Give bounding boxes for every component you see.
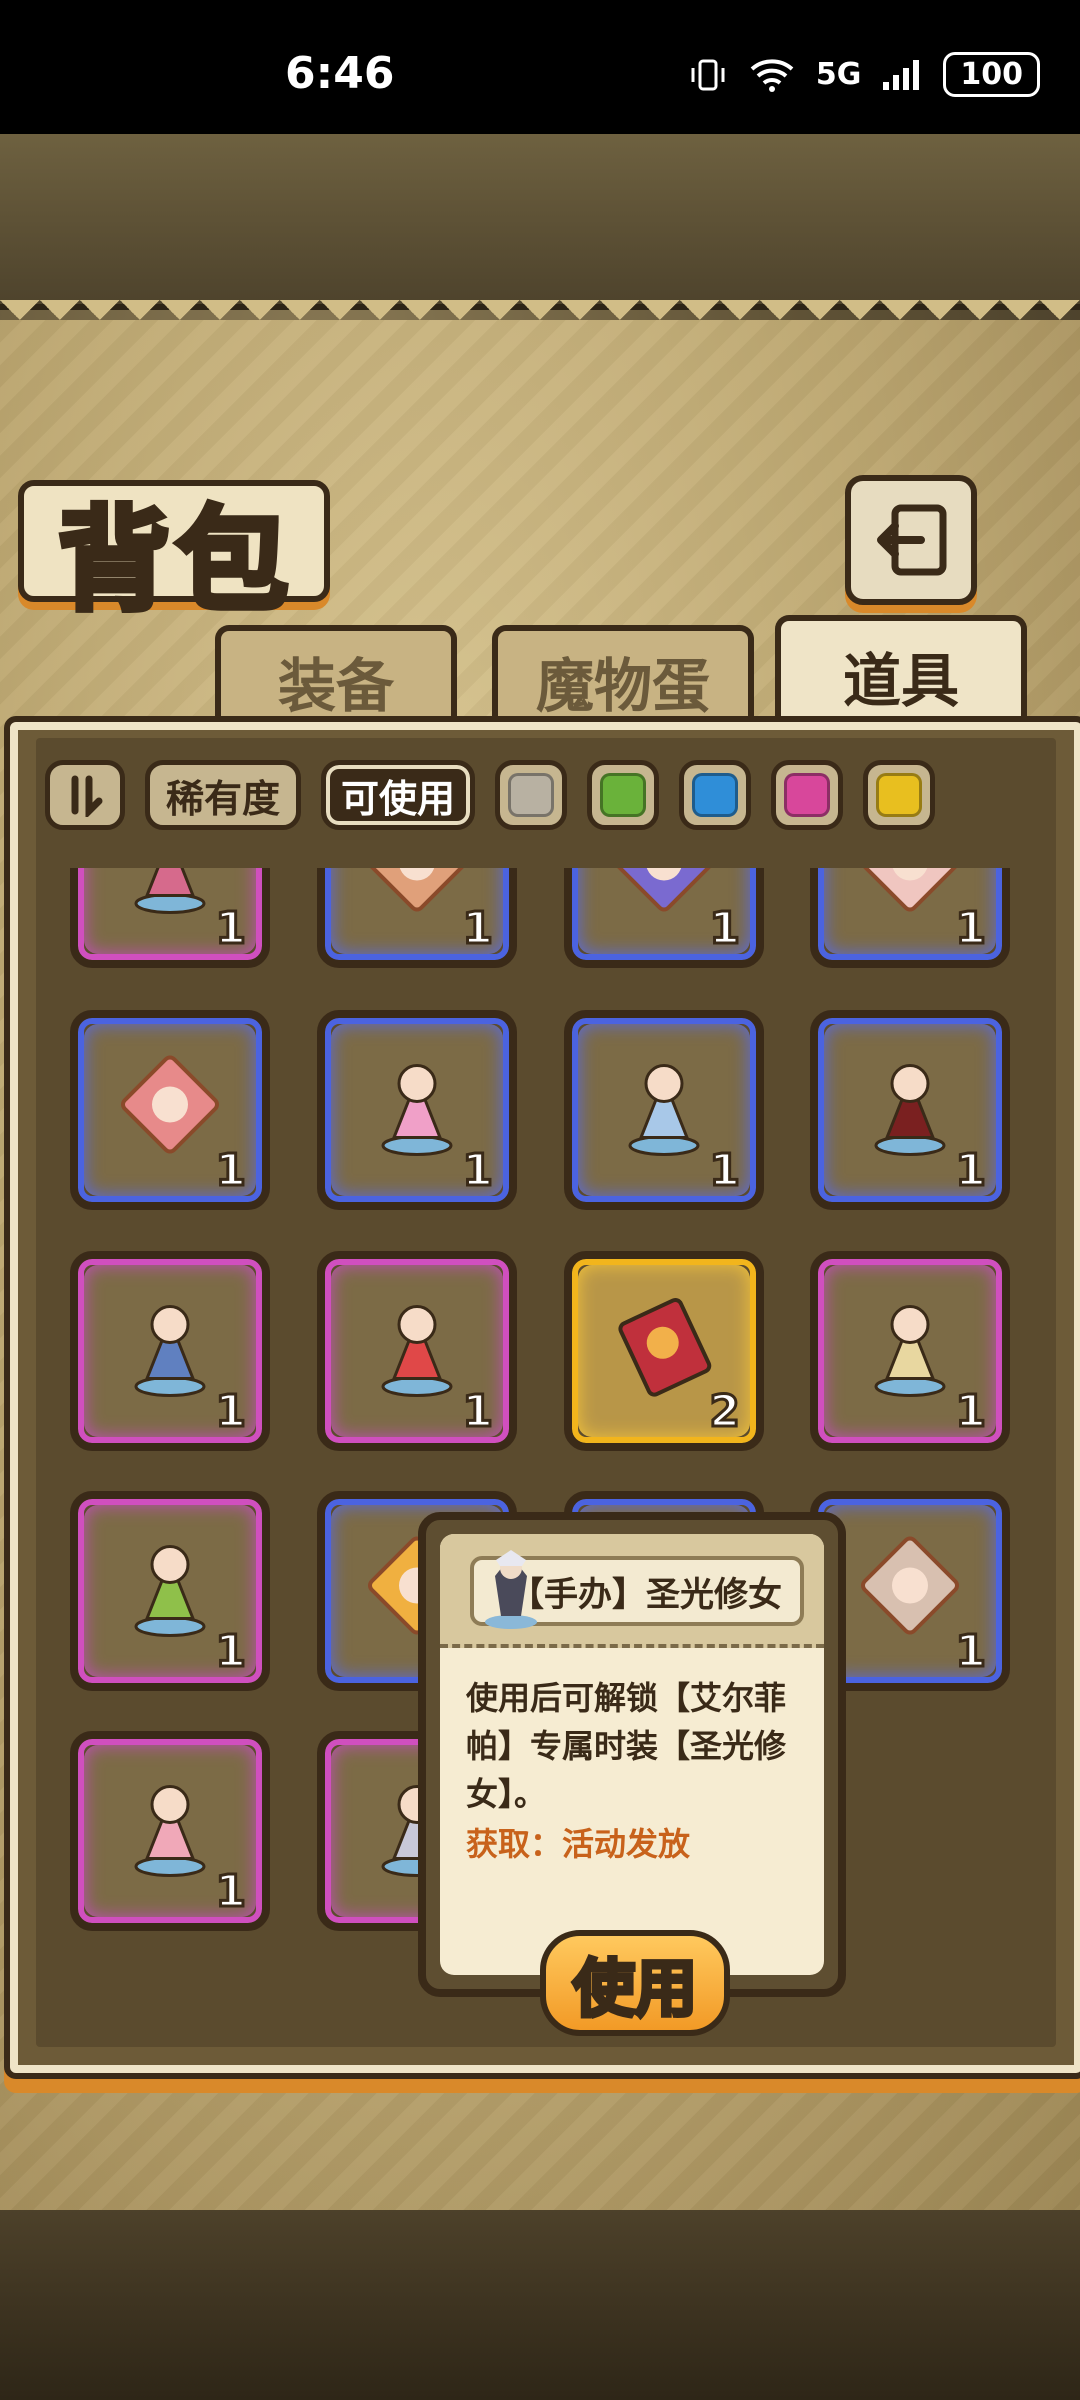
red-envelope-icon bbox=[618, 1297, 712, 1397]
puzzle-portrait-icon bbox=[860, 1536, 960, 1635]
filter-purple-swatch[interactable] bbox=[771, 760, 843, 830]
wifi-icon bbox=[750, 58, 794, 92]
figure-ghost-icon bbox=[628, 1064, 700, 1156]
tab-items-label: 道具 bbox=[842, 647, 959, 715]
item-slot[interactable]: 1 bbox=[317, 1251, 517, 1451]
paper-edge bbox=[0, 300, 1080, 340]
item-count: 1 bbox=[461, 1144, 495, 1198]
item-slot[interactable]: 1 bbox=[70, 868, 270, 968]
item-count: 1 bbox=[214, 1385, 248, 1439]
item-tooltip: 【手办】圣光修女 使用后可解锁【艾尔菲 帕】专属时装【圣光修 女】。 获取：活动… bbox=[418, 1512, 846, 1997]
item-slot[interactable]: 1 bbox=[70, 1010, 270, 1210]
gold-color-chip bbox=[876, 773, 922, 817]
backpack-screen: 6:46 5G 100 背包 装备 魔物蛋 道具 稀有度 可使用 1 1 1 1… bbox=[0, 0, 1080, 2400]
item-count: 1 bbox=[954, 1144, 988, 1198]
sort-order-button[interactable] bbox=[45, 760, 125, 830]
item-count: 1 bbox=[214, 1144, 248, 1198]
status-icons: 5G 100 bbox=[688, 52, 1040, 97]
puzzle-portrait-icon bbox=[860, 868, 960, 912]
item-count: 1 bbox=[461, 1385, 495, 1439]
tab-equipment[interactable]: 装备 bbox=[215, 625, 457, 731]
tab-items[interactable]: 道具 bbox=[775, 615, 1027, 731]
blue-color-chip bbox=[692, 773, 738, 817]
network-type: 5G bbox=[815, 57, 862, 92]
map-top-band bbox=[0, 134, 1080, 310]
vibrate-icon bbox=[691, 59, 725, 90]
item-count: 1 bbox=[708, 1144, 742, 1198]
rarity-sort-button[interactable]: 稀有度 bbox=[145, 760, 301, 830]
item-slot[interactable]: 1 bbox=[70, 1491, 270, 1691]
item-slot[interactable]: 2 bbox=[564, 1251, 764, 1451]
status-bar: 6:46 5G 100 bbox=[0, 0, 1080, 134]
tab-monster-eggs[interactable]: 魔物蛋 bbox=[492, 625, 754, 731]
item-slot[interactable]: 1 bbox=[810, 1251, 1010, 1451]
puzzle-portrait-icon bbox=[120, 1055, 220, 1154]
item-slot[interactable]: 1 bbox=[70, 1731, 270, 1931]
item-count: 1 bbox=[214, 1865, 248, 1919]
item-slot[interactable]: 1 bbox=[317, 1010, 517, 1210]
page-title: 背包 bbox=[55, 493, 294, 629]
item-slot[interactable]: 1 bbox=[810, 868, 1010, 968]
item-slot[interactable]: 1 bbox=[564, 868, 764, 968]
puzzle-portrait-icon bbox=[614, 868, 714, 912]
figure-dragon-girl-icon bbox=[134, 1785, 206, 1877]
nun-figure-icon bbox=[485, 1550, 537, 1629]
figure-blue-mermaid-icon bbox=[134, 1305, 206, 1397]
use-button[interactable]: 使用 bbox=[540, 1930, 730, 2036]
tab-monster-eggs-label: 魔物蛋 bbox=[535, 652, 710, 720]
puzzle-portrait-icon bbox=[367, 868, 467, 912]
item-slot[interactable]: 1 bbox=[317, 868, 517, 968]
figure-pink-demon-icon bbox=[134, 868, 206, 914]
item-slot[interactable]: 1 bbox=[810, 1010, 1010, 1210]
item-count: 1 bbox=[954, 1625, 988, 1679]
filter-green-swatch[interactable] bbox=[587, 760, 659, 830]
tooltip-description: 使用后可解锁【艾尔菲 帕】专属时装【圣光修 女】。 bbox=[466, 1674, 800, 1818]
back-button[interactable] bbox=[845, 475, 977, 605]
status-time: 6:46 bbox=[285, 48, 395, 99]
figure-pink-girl-icon bbox=[381, 1064, 453, 1156]
item-count: 1 bbox=[461, 902, 495, 956]
back-arrow-icon bbox=[877, 504, 947, 576]
signal-icon bbox=[883, 59, 920, 90]
item-count: 1 bbox=[954, 902, 988, 956]
figure-knight-icon bbox=[874, 1305, 946, 1397]
item-count: 1 bbox=[214, 902, 248, 956]
figure-cat-girl-icon bbox=[381, 1305, 453, 1397]
filter-gray-swatch[interactable] bbox=[495, 760, 567, 830]
usable-filter-button[interactable]: 可使用 bbox=[321, 760, 475, 830]
item-count: 1 bbox=[708, 902, 742, 956]
tooltip-desc-line: 女】。 bbox=[466, 1775, 547, 1813]
item-slot[interactable]: 1 bbox=[70, 1251, 270, 1451]
tooltip-desc-line: 帕】专属时装【圣光修 bbox=[466, 1727, 787, 1765]
tooltip-source: 获取：活动发放 bbox=[466, 1825, 691, 1863]
gray-color-chip bbox=[508, 773, 554, 817]
filter-bar: 稀有度 可使用 bbox=[45, 755, 935, 835]
tab-equipment-label: 装备 bbox=[277, 652, 394, 720]
item-count: 1 bbox=[954, 1385, 988, 1439]
filter-blue-swatch[interactable] bbox=[679, 760, 751, 830]
item-slot[interactable]: 1 bbox=[564, 1010, 764, 1210]
item-count: 2 bbox=[708, 1385, 742, 1439]
figure-burger-icon bbox=[134, 1545, 206, 1637]
sort-icon bbox=[71, 775, 103, 817]
battery-indicator: 100 bbox=[943, 52, 1040, 97]
tooltip-desc-line: 使用后可解锁【艾尔菲 bbox=[466, 1679, 787, 1717]
purple-color-chip bbox=[784, 773, 830, 817]
green-color-chip bbox=[600, 773, 646, 817]
tooltip-card: 【手办】圣光修女 使用后可解锁【艾尔菲 帕】专属时装【圣光修 女】。 获取：活动… bbox=[440, 1534, 824, 1975]
filter-gold-swatch[interactable] bbox=[863, 760, 935, 830]
figure-dark-beast-icon bbox=[874, 1064, 946, 1156]
map-bottom-band bbox=[0, 2210, 1080, 2400]
tooltip-header: 【手办】圣光修女 bbox=[440, 1534, 824, 1648]
item-count: 1 bbox=[214, 1625, 248, 1679]
